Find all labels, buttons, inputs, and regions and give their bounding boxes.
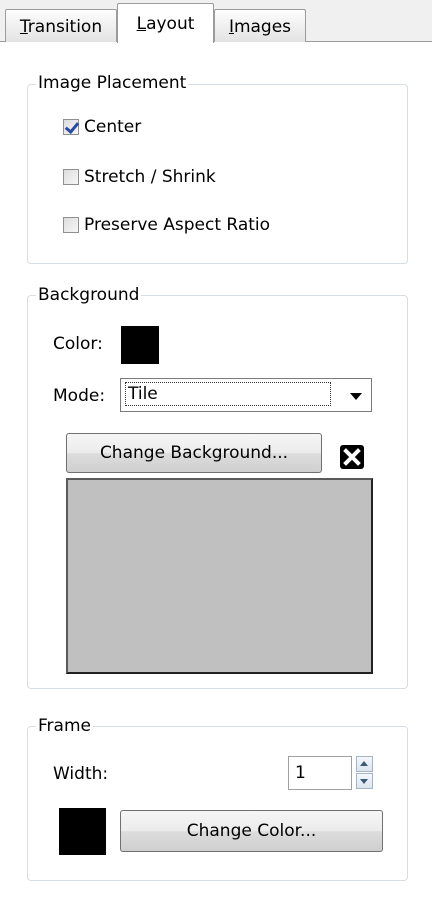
tab-transition-mnemonic: T	[19, 17, 28, 37]
frame-title: Frame	[36, 716, 93, 736]
width-spinner-input[interactable]: 1	[288, 756, 352, 790]
tab-images-label: mages	[233, 17, 292, 37]
preserve-aspect-label: Preserve Aspect Ratio	[84, 215, 271, 235]
image-placement-title: Image Placement	[36, 73, 189, 93]
stretch-shrink-checkbox-row[interactable]: Stretch / Shrink	[63, 167, 216, 187]
spinner-down-button[interactable]	[356, 773, 373, 789]
background-color-swatch[interactable]	[121, 326, 159, 364]
chevron-up-icon	[360, 761, 368, 766]
change-color-button[interactable]: Change Color...	[120, 810, 383, 852]
tab-layout-label: ayout	[146, 14, 195, 34]
frame-group	[27, 726, 408, 881]
tab-layout[interactable]: Layout	[117, 3, 214, 43]
spinner-up-button[interactable]	[356, 756, 373, 772]
mode-select-value: Tile	[125, 382, 331, 406]
width-label: Width:	[53, 764, 109, 784]
center-checkbox-row[interactable]: Center	[63, 117, 141, 137]
stretch-shrink-label: Stretch / Shrink	[84, 167, 216, 187]
close-icon[interactable]	[340, 445, 364, 469]
center-checkbox[interactable]	[63, 119, 79, 135]
frame-color-swatch[interactable]	[59, 808, 106, 855]
mode-select[interactable]: Tile	[120, 378, 372, 412]
preserve-aspect-checkbox[interactable]	[63, 217, 79, 233]
tab-images[interactable]: Images	[214, 9, 306, 42]
tab-layout-mnemonic: L	[136, 14, 147, 34]
tab-strip: Transition Layout Images	[0, 0, 432, 43]
chevron-down-icon[interactable]	[350, 393, 362, 400]
color-label: Color:	[53, 334, 103, 354]
width-value: 1	[295, 763, 306, 783]
change-background-button[interactable]: Change Background...	[66, 433, 322, 473]
stretch-shrink-checkbox[interactable]	[63, 169, 79, 185]
mode-label: Mode:	[53, 386, 106, 406]
preserve-aspect-checkbox-row[interactable]: Preserve Aspect Ratio	[63, 215, 270, 235]
tab-transition[interactable]: Transition	[5, 9, 117, 42]
background-title: Background	[36, 285, 142, 305]
background-preview	[66, 478, 373, 674]
chevron-down-icon	[360, 779, 368, 784]
tab-transition-label: ransition	[27, 17, 103, 37]
center-label: Center	[84, 117, 142, 137]
